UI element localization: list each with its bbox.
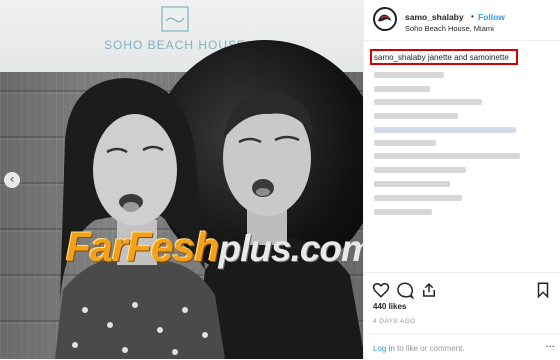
caption-username[interactable]: samo_shalaby — [374, 53, 426, 62]
blurred-comment — [374, 167, 466, 173]
post-caption: samo_shalaby janette and samoinette — [374, 53, 509, 62]
watermark-domain: plus.com — [218, 228, 364, 269]
previous-photo-button[interactable]: ‹ — [4, 172, 20, 188]
like-count[interactable]: 440 likes — [373, 302, 406, 311]
bookmark-icon[interactable] — [534, 281, 552, 299]
caption-text: janette and samoinette — [427, 53, 509, 62]
share-icon[interactable] — [420, 281, 438, 299]
post-side-panel: samo_shalaby • Follow Soho Beach House, … — [363, 0, 560, 359]
avatar-image — [378, 14, 391, 22]
follow-button[interactable]: Follow — [478, 12, 505, 22]
blurred-comment — [374, 140, 436, 146]
heart-icon[interactable] — [372, 281, 390, 299]
blurred-comment — [374, 99, 482, 105]
venue-logo-icon — [161, 6, 189, 32]
avatar[interactable] — [373, 7, 397, 31]
header-separator: • — [471, 12, 474, 21]
post-location[interactable]: Soho Beach House, Miami — [405, 24, 494, 33]
blurred-comment — [374, 86, 430, 92]
post-action-bar — [364, 272, 560, 303]
login-prompt-text: to like or comment. — [397, 344, 465, 353]
login-link[interactable]: Log in — [373, 344, 395, 353]
watermark: FarFeshplus.com — [66, 224, 363, 271]
blurred-comment — [374, 72, 444, 78]
post-footer: Log in to like or comment. ··· — [364, 333, 560, 360]
post-photo[interactable]: SOHO BEACH HOUSE ‹ FarFeshplus.com — [0, 0, 363, 359]
more-options-icon[interactable]: ··· — [545, 342, 555, 353]
post-header: samo_shalaby • Follow Soho Beach House, … — [364, 0, 560, 41]
post-timestamp: 4 DAYS AGO — [373, 318, 416, 325]
blurred-comment — [374, 127, 516, 133]
blurred-comment — [374, 153, 520, 159]
blurred-comment — [374, 181, 450, 187]
blurred-comment — [374, 195, 462, 201]
watermark-brand: FarFesh — [66, 224, 219, 270]
woman-figure — [55, 78, 225, 359]
blurred-comment — [374, 209, 432, 215]
blurred-comment — [374, 113, 458, 119]
login-prompt: Log in to like or comment. — [373, 344, 465, 353]
post-username[interactable]: samo_shalaby — [405, 12, 464, 22]
comment-icon[interactable] — [396, 281, 414, 299]
